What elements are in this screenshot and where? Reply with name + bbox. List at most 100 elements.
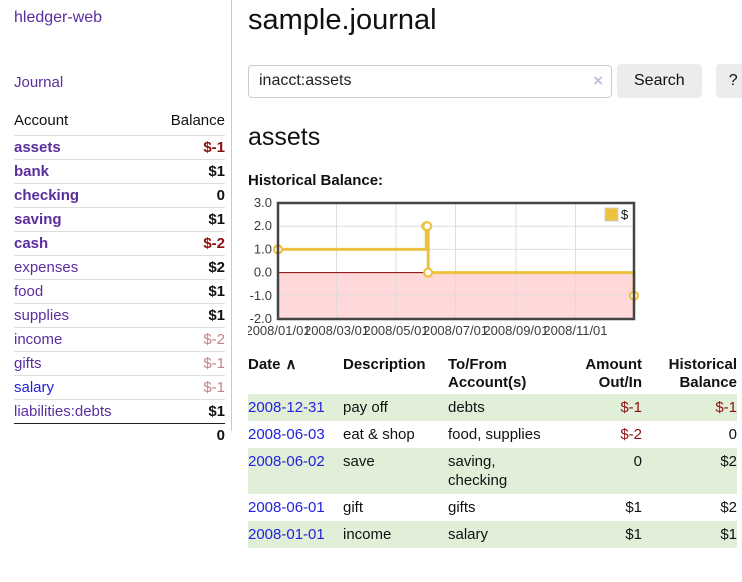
page-title: sample.journal [248,4,737,37]
account-link-income[interactable]: income [14,331,62,348]
account-link-gifts[interactable]: gifts [14,355,42,372]
accounts-total-balance: 0 [150,424,225,448]
transaction-amount: $1 [563,521,642,548]
transaction-date-link[interactable]: 2008-06-01 [248,499,325,516]
account-link-checking[interactable]: checking [14,187,79,204]
transaction-description: gift [343,494,448,521]
svg-text:2.0: 2.0 [254,218,272,233]
account-link-assets[interactable]: assets [14,139,61,156]
svg-text:0.0: 0.0 [254,265,272,280]
svg-text:2008/01/01: 2008/01/01 [248,323,311,335]
account-balance: $-2 [150,232,225,256]
register-table: Date∧ Description To/FromAccount(s) Amou… [248,354,737,548]
col-description: Description [343,354,448,394]
account-balance: $1 [150,304,225,328]
transaction-amount: $1 [563,494,642,521]
accounts-table: Account Balance assets $-1 bank $1 check… [14,108,225,447]
search-input[interactable] [248,65,612,98]
account-row-saving: saving $1 [14,208,225,232]
transaction-row: 2008-12-31 pay off debts $-1 $-1 [248,394,737,421]
accounts-total-row: 0 [14,424,225,448]
transaction-description: pay off [343,394,448,421]
account-balance: $-2 [150,328,225,352]
svg-text:2008/05/01: 2008/05/01 [363,323,428,335]
account-row-gifts: gifts $-1 [14,352,225,376]
sidebar: hledger-web Journal Account Balance asse… [0,0,232,431]
svg-text:3.0: 3.0 [254,195,272,210]
app: hledger-web Journal Account Balance asse… [0,0,742,548]
col-balance: HistoricalBalance [642,354,737,394]
transaction-accounts: food, supplies [448,421,563,448]
transaction-row: 2008-01-01 income salary $1 $1 [248,521,737,548]
account-balance: $-1 [150,352,225,376]
account-balance: $1 [150,280,225,304]
account-row-assets: assets $-1 [14,136,225,160]
account-balance: $-1 [150,136,225,160]
transaction-amount: 0 [563,448,642,494]
account-link-liabilities-debts[interactable]: liabilities:debts [14,403,112,420]
transaction-amount: $-1 [563,394,642,421]
search-bar: × Search ? [248,64,737,98]
chart-title: Historical Balance: [248,172,737,189]
account-link-cash[interactable]: cash [14,235,48,252]
account-link-supplies[interactable]: supplies [14,307,69,324]
account-row-expenses: expenses $2 [14,256,225,280]
col-date[interactable]: Date∧ [248,354,343,394]
transaction-accounts: saving, checking [448,448,563,494]
transaction-date-link[interactable]: 2008-12-31 [248,399,325,416]
transaction-description: save [343,448,448,494]
transaction-row: 2008-06-03 eat & shop food, supplies $-2… [248,421,737,448]
app-brand[interactable]: hledger-web [14,9,225,27]
transaction-row: 2008-06-02 save saving, checking 0 $2 [248,448,737,494]
transaction-date-link[interactable]: 2008-06-02 [248,453,325,470]
accounts-col-account: Account [14,108,150,136]
account-link-saving[interactable]: saving [14,211,62,228]
col-amount: AmountOut/In [563,354,642,394]
transaction-date-link[interactable]: 2008-01-01 [248,526,325,543]
main-content: sample.journal × Search ? assets Histori… [232,0,742,548]
transaction-balance: $2 [642,448,737,494]
transaction-date-link[interactable]: 2008-06-03 [248,426,325,443]
transaction-accounts: salary [448,521,563,548]
transaction-balance: $1 [642,521,737,548]
account-link-salary[interactable]: salary [14,379,54,396]
account-link-bank[interactable]: bank [14,163,49,180]
help-button[interactable]: ? [716,64,742,98]
account-row-checking: checking 0 [14,184,225,208]
svg-text:2008/09/01: 2008/09/01 [483,323,548,335]
transaction-balance: $-1 [642,394,737,421]
transaction-amount: $-2 [563,421,642,448]
svg-text:2008/11/01: 2008/11/01 [543,323,607,335]
search-button[interactable]: Search [617,64,702,98]
account-balance: $-1 [150,376,225,400]
accounts-col-balance: Balance [150,108,225,136]
transaction-accounts: debts [448,394,563,421]
col-accounts: To/FromAccount(s) [448,354,563,394]
account-row-liabilities-debts: liabilities:debts $1 [14,400,225,424]
account-row-cash: cash $-2 [14,232,225,256]
svg-text:2008/07/01: 2008/07/01 [423,323,488,335]
account-balance: $1 [150,208,225,232]
transaction-balance: $2 [642,494,737,521]
transaction-row: 2008-06-01 gift gifts $1 $2 [248,494,737,521]
svg-text:2008/03/01: 2008/03/01 [304,323,369,335]
account-row-income: income $-2 [14,328,225,352]
account-balance: $2 [150,256,225,280]
account-link-expenses[interactable]: expenses [14,259,78,276]
sort-asc-icon: ∧ [286,356,297,373]
clear-search-icon[interactable]: × [593,71,603,91]
account-balance: $1 [150,160,225,184]
account-heading: assets [248,123,737,152]
transaction-description: eat & shop [343,421,448,448]
account-row-supplies: supplies $1 [14,304,225,328]
accounts-header-row: Account Balance [14,108,225,136]
balance-chart: $3.02.01.00.0-1.0-2.02008/01/012008/03/0… [248,195,737,335]
transaction-description: income [343,521,448,548]
transaction-accounts: gifts [448,494,563,521]
account-link-food[interactable]: food [14,283,43,300]
svg-text:-1.0: -1.0 [250,288,272,303]
svg-text:$: $ [621,207,629,222]
account-balance: 0 [150,184,225,208]
transaction-balance: 0 [642,421,737,448]
sidebar-item-journal[interactable]: Journal [14,74,63,91]
